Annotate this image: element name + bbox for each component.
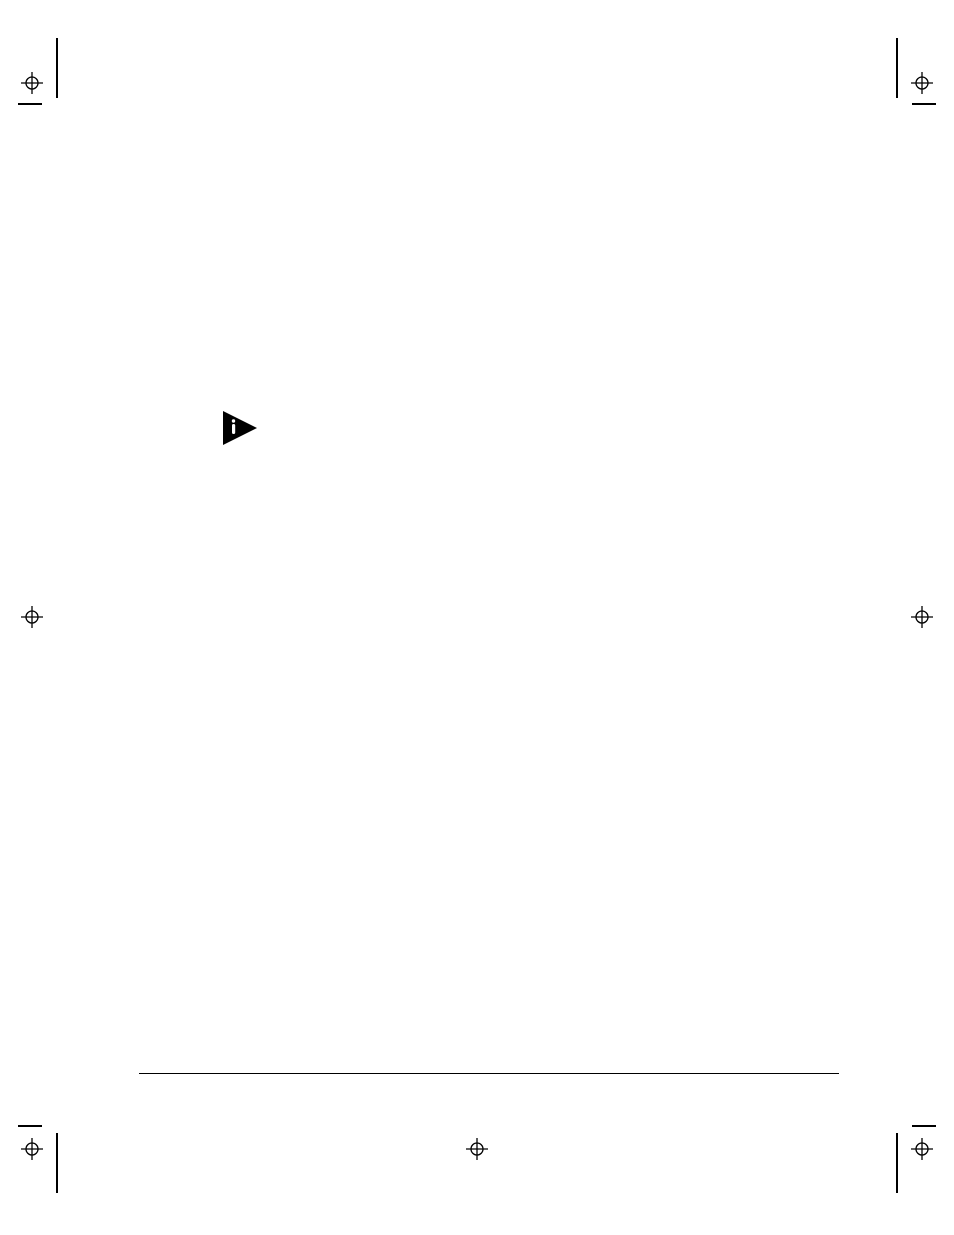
- footer-rule: [139, 1073, 839, 1074]
- register-icon: [21, 606, 43, 628]
- register-icon: [466, 1138, 488, 1160]
- register-icon: [21, 1138, 43, 1160]
- register-icon: [911, 72, 933, 94]
- register-icon: [911, 1138, 933, 1160]
- info-play-icon: [221, 409, 259, 447]
- register-icon: [911, 606, 933, 628]
- register-icon: [21, 72, 43, 94]
